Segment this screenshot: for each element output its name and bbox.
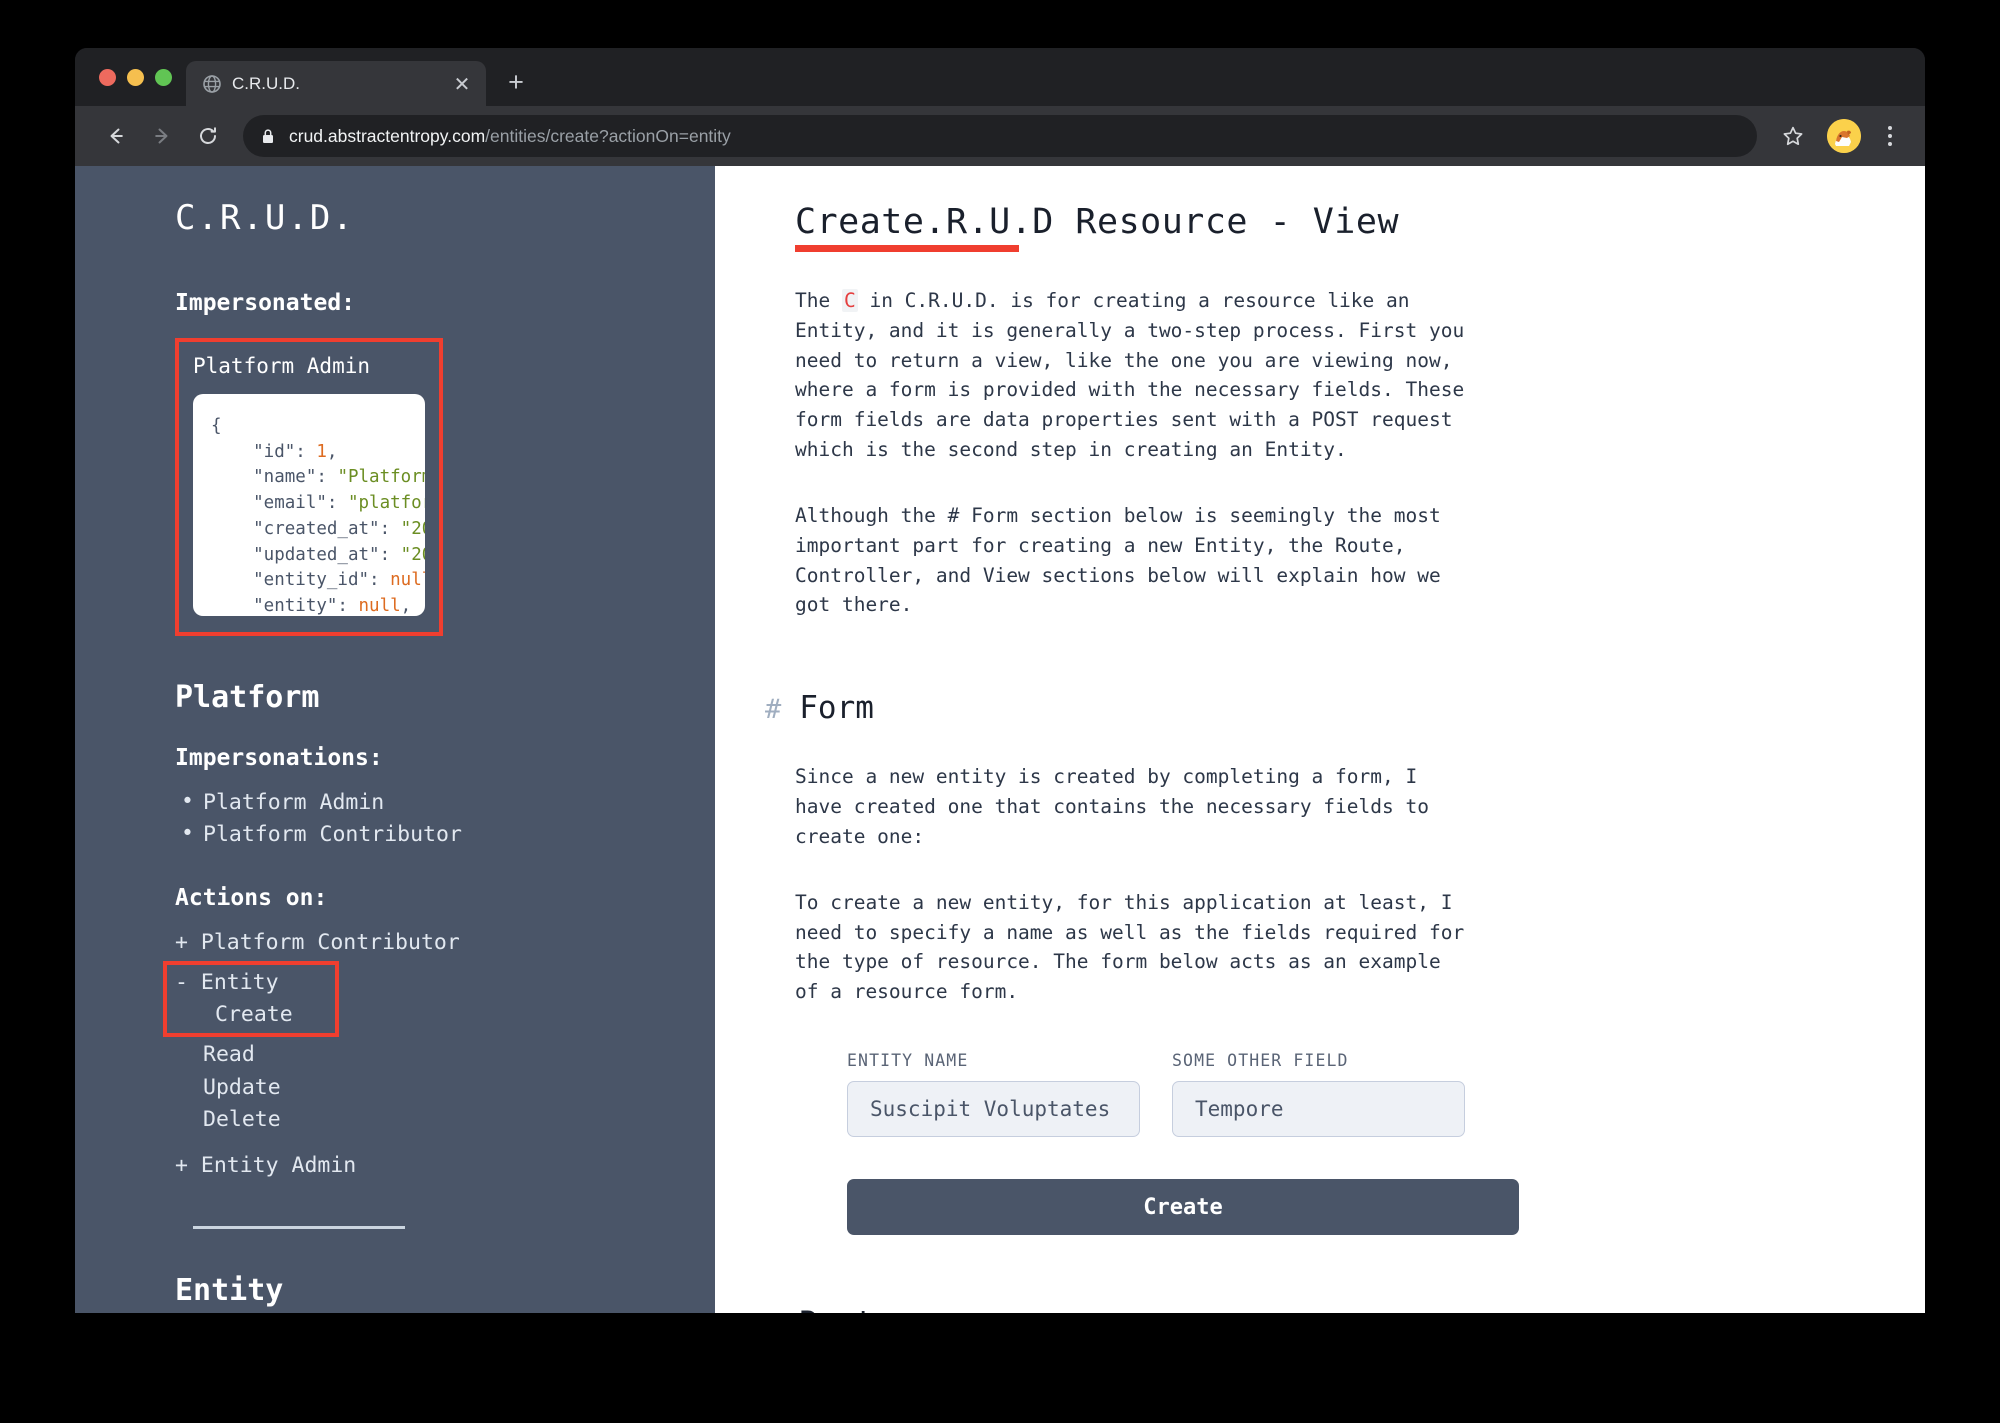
list-item[interactable]: Platform Contributor	[175, 818, 655, 851]
arrow-left-icon[interactable]	[95, 115, 137, 157]
c-letter-code: C	[841, 289, 858, 312]
platform-impersonations-list: Platform Admin Platform Contributor	[175, 786, 655, 851]
hash-icon: #	[765, 1309, 781, 1313]
hash-icon: #	[765, 694, 782, 726]
tree-item-read[interactable]: Read	[175, 1039, 655, 1071]
tree-item-label: Entity Admin	[200, 1153, 357, 1179]
page-viewport: C.R.U.D. Impersonated: Platform Admin { …	[75, 166, 1925, 1313]
some-other-field-label: SOME OTHER FIELD	[1172, 1051, 1349, 1071]
intro-paragraph-2: Although the # Form section below is see…	[795, 503, 1441, 617]
brand-title: C.R.U.D.	[175, 198, 355, 238]
tree-item-entity[interactable]: - Entity	[175, 967, 293, 999]
some-other-field-input[interactable]	[1172, 1081, 1465, 1138]
entity-name-input[interactable]	[847, 1081, 1140, 1138]
platform-section-title: Platform	[175, 680, 320, 715]
url-text: crud.abstractentropy.com/entities/create…	[289, 126, 731, 147]
entity-name-field-group: ENTITY NAME	[847, 1051, 1140, 1138]
impersonated-user-name: Platform Admin	[193, 354, 371, 378]
globe-icon	[202, 74, 222, 94]
platform-actions-tree: + Platform Contributor - Entity Create R…	[163, 927, 655, 1183]
intro-paragraph-1: The C in C.R.U.D. is for creating a reso…	[795, 286, 1465, 465]
sidebar: C.R.U.D. Impersonated: Platform Admin { …	[75, 166, 715, 1313]
some-other-field-group: SOME OTHER FIELD	[1172, 1051, 1465, 1138]
form-paragraph-2: To create a new entity, for this applica…	[795, 890, 1465, 1004]
arrow-right-icon[interactable]	[141, 115, 183, 157]
form-heading-text: Form	[799, 690, 874, 727]
browser-toolbar: crud.abstractentropy.com/entities/create…	[75, 106, 1925, 166]
url-host: crud.abstractentropy.com	[289, 125, 486, 146]
entity-create-form: ENTITY NAME SOME OTHER FIELD Create	[795, 1051, 1519, 1236]
entity-name-label: ENTITY NAME	[847, 1051, 969, 1071]
minimize-window-button[interactable]	[127, 68, 144, 86]
form-section-heading: # Form	[765, 690, 1465, 726]
tab-strip: C.R.U.D. ✕ +	[75, 48, 1925, 107]
intro-p1-prefix: The	[795, 289, 842, 312]
tree-item-delete[interactable]: Delete	[175, 1104, 655, 1136]
maximize-window-button[interactable]	[155, 68, 172, 86]
lock-icon	[261, 128, 275, 145]
page-title: Create.R.U.D Resource - View	[795, 202, 1400, 252]
sidebar-divider	[193, 1226, 405, 1230]
address-bar[interactable]: crud.abstractentropy.com/entities/create…	[243, 115, 1757, 157]
three-dot-menu-icon[interactable]	[1873, 116, 1907, 156]
route-section-heading: # Route	[765, 1305, 1465, 1313]
plus-icon[interactable]: +	[496, 62, 536, 102]
browser-tab[interactable]: C.R.U.D. ✕	[186, 61, 486, 107]
window-traffic-lights	[93, 48, 186, 106]
url-path: /entities/create?actionOn=entity	[485, 125, 731, 146]
platform-actions-label: Actions on:	[175, 884, 328, 911]
create-button[interactable]: Create	[847, 1179, 1519, 1236]
tree-item-create[interactable]: Create	[175, 999, 293, 1031]
tab-title: C.R.U.D.	[232, 74, 300, 93]
route-heading-text: Route	[799, 1305, 892, 1313]
entity-section-title: Entity	[175, 1273, 284, 1309]
main-content: Create.R.U.D Resource - View The C in C.…	[715, 166, 1925, 1313]
close-icon[interactable]: ✕	[450, 72, 474, 96]
impersonated-json-code: { "id": 1, "name": "Platform Adm "email"…	[211, 416, 425, 616]
form-paragraph-1: Since a new entity is created by complet…	[795, 765, 1429, 848]
platform-impersonations-label: Impersonations:	[175, 745, 383, 771]
form-fields-row: ENTITY NAME SOME OTHER FIELD	[847, 1051, 1465, 1138]
tree-item-update[interactable]: Update	[175, 1072, 655, 1104]
close-window-button[interactable]	[99, 68, 116, 86]
browser-window: C.R.U.D. ✕ + crud.abstractentropy.com/en…	[75, 48, 1925, 1313]
impersonated-json-card: { "id": 1, "name": "Platform Adm "email"…	[193, 394, 425, 616]
entity-create-highlight-box: - Entity Create	[163, 960, 339, 1038]
tree-item-label: Entity	[200, 969, 279, 995]
reload-icon[interactable]	[187, 115, 229, 157]
list-item[interactable]: Platform Admin	[175, 786, 655, 819]
star-icon[interactable]	[1773, 116, 1813, 156]
tree-item-platform-contributor[interactable]: + Platform Contributor	[175, 927, 655, 959]
dog-avatar-icon[interactable]	[1827, 119, 1861, 153]
intro-p1-body: in C.R.U.D. is for creating a resource l…	[795, 289, 1465, 462]
impersonated-highlight-box: Platform Admin { "id": 1, "name": "Platf…	[175, 338, 443, 636]
tree-item-label: Platform Contributor	[200, 929, 460, 955]
impersonated-label: Impersonated:	[175, 290, 356, 316]
tree-item-entity-admin[interactable]: + Entity Admin	[175, 1150, 655, 1182]
